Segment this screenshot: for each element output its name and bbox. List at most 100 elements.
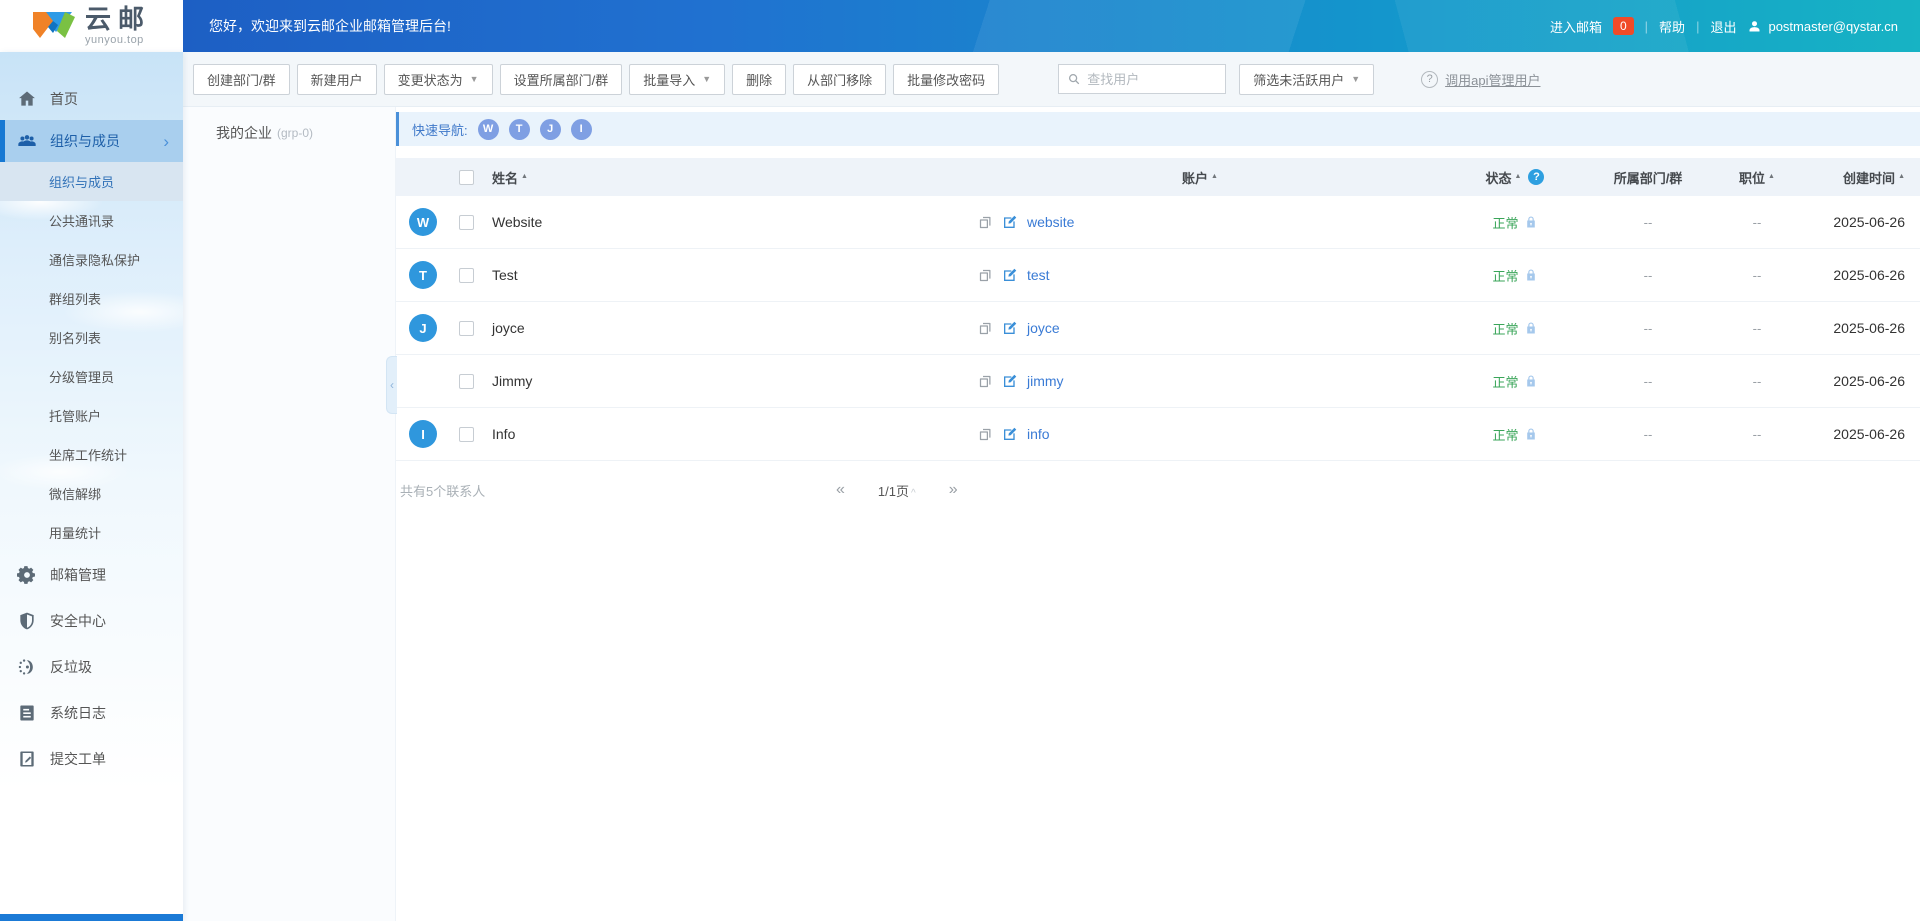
toolbar-button[interactable]: 新建用户 bbox=[297, 64, 377, 95]
sidebar-item[interactable]: 反垃圾 bbox=[0, 644, 183, 690]
sort-asc-icon: ▲ bbox=[1768, 173, 1775, 180]
sidebar-item[interactable]: 邮箱管理 bbox=[0, 552, 183, 598]
sidebar-subitem[interactable]: 通信录隐私保护 bbox=[0, 240, 183, 279]
quick-nav-badge[interactable]: J bbox=[540, 119, 561, 140]
enter-mailbox-link[interactable]: 进入邮箱 bbox=[1550, 17, 1602, 36]
user-name: Jimmy bbox=[492, 373, 960, 389]
avatar: W bbox=[409, 208, 437, 236]
pagination: « 1/1页^ » bbox=[836, 481, 958, 500]
column-status[interactable]: 状态 bbox=[1486, 168, 1512, 187]
toolbar-button[interactable]: 创建部门/群 bbox=[193, 64, 290, 95]
status-help-icon[interactable]: ? bbox=[1528, 169, 1544, 185]
toolbar-button[interactable]: 从部门移除 bbox=[793, 64, 886, 95]
account-link[interactable]: website bbox=[1027, 214, 1074, 230]
column-created[interactable]: 创建时间 bbox=[1843, 168, 1895, 187]
toolbar-button[interactable]: 变更状态为▼ bbox=[384, 64, 493, 95]
compose-icon[interactable] bbox=[1002, 426, 1018, 442]
topbar: 您好，欢迎来到云邮企业邮箱管理后台! 进入邮箱 0 | 帮助 | 退出 post… bbox=[183, 0, 1920, 52]
page-dropdown-caret-icon: ^ bbox=[911, 488, 916, 499]
column-account[interactable]: 账户 bbox=[1182, 168, 1208, 187]
table-footer: 共有5个联系人 « 1/1页^ » bbox=[396, 475, 1920, 505]
filter-inactive-users-button[interactable]: 筛选未活跃用户 ▼ bbox=[1239, 64, 1374, 95]
quick-nav-badge[interactable]: I bbox=[571, 119, 592, 140]
row-checkbox[interactable] bbox=[459, 268, 474, 283]
department-cell: -- bbox=[1590, 374, 1706, 389]
quick-nav-badge[interactable]: T bbox=[509, 119, 530, 140]
column-department: 所属部门/群 bbox=[1614, 168, 1683, 187]
account-link[interactable]: joyce bbox=[1027, 320, 1060, 336]
copy-icon[interactable] bbox=[978, 427, 993, 442]
sidebar-item[interactable]: 安全中心 bbox=[0, 598, 183, 644]
search-box bbox=[1058, 64, 1226, 94]
api-manage-users-link[interactable]: ? 调用api管理用户 bbox=[1421, 70, 1540, 89]
position-cell: -- bbox=[1706, 427, 1808, 442]
copy-icon[interactable] bbox=[978, 215, 993, 230]
sidebar-subitem[interactable]: 坐席工作统计 bbox=[0, 435, 183, 474]
compose-icon[interactable] bbox=[1002, 373, 1018, 389]
user-name: Test bbox=[492, 267, 960, 283]
sidebar-item-label: 提交工单 bbox=[50, 749, 106, 769]
tree-item-company[interactable]: 我的企业 (grp-0) bbox=[183, 118, 395, 148]
compose-icon[interactable] bbox=[1002, 267, 1018, 283]
sidebar-subitem[interactable]: 公共通讯录 bbox=[0, 201, 183, 240]
account-link[interactable]: jimmy bbox=[1027, 373, 1064, 389]
lock-icon[interactable] bbox=[1524, 215, 1538, 229]
copy-icon[interactable] bbox=[978, 321, 993, 336]
sidebar-subitem[interactable]: 群组列表 bbox=[0, 279, 183, 318]
table-body: WWebsitewebsite正常----2025-06-26 T Test test… bbox=[396, 196, 1920, 461]
account-link[interactable]: test bbox=[1027, 267, 1050, 283]
toolbar-button[interactable]: 删除 bbox=[732, 64, 786, 95]
quick-nav-badge[interactable]: W bbox=[478, 119, 499, 140]
gear-icon bbox=[17, 565, 37, 585]
lock-icon[interactable] bbox=[1524, 321, 1538, 335]
next-page-button[interactable]: » bbox=[949, 481, 958, 499]
copy-icon[interactable] bbox=[978, 374, 993, 389]
account-menu[interactable]: postmaster@qystar.cn bbox=[1747, 19, 1898, 34]
welcome-message: 您好，欢迎来到云邮企业邮箱管理后台! bbox=[209, 16, 451, 36]
avatar: I bbox=[409, 420, 437, 448]
lock-icon[interactable] bbox=[1524, 374, 1538, 388]
separator: | bbox=[1645, 19, 1648, 34]
sort-asc-icon: ▲ bbox=[1898, 173, 1905, 180]
sidebar-subitem[interactable]: 托管账户 bbox=[0, 396, 183, 435]
row-checkbox[interactable] bbox=[459, 427, 474, 442]
sidebar-item[interactable]: 组织与成员› bbox=[0, 120, 183, 162]
avatar: T bbox=[409, 261, 437, 289]
sidebar-item[interactable]: 系统日志 bbox=[0, 690, 183, 736]
sidebar-item[interactable]: 提交工单 bbox=[0, 736, 183, 782]
compose-icon[interactable] bbox=[1002, 320, 1018, 336]
row-checkbox[interactable] bbox=[459, 374, 474, 389]
sidebar-subitem[interactable]: 组织与成员 bbox=[0, 162, 183, 201]
toolbar-button[interactable]: 批量修改密码 bbox=[893, 64, 999, 95]
created-date-cell: 2025-06-26 bbox=[1808, 320, 1920, 336]
help-link[interactable]: 帮助 bbox=[1659, 17, 1685, 36]
copy-icon[interactable] bbox=[978, 268, 993, 283]
unread-count-badge: 0 bbox=[1613, 17, 1634, 35]
column-position[interactable]: 职位 bbox=[1739, 168, 1765, 187]
status-label: 正常 bbox=[1492, 266, 1518, 285]
toolbar-button[interactable]: 设置所属部门/群 bbox=[500, 64, 623, 95]
row-checkbox[interactable] bbox=[459, 321, 474, 336]
account-link[interactable]: info bbox=[1027, 426, 1050, 442]
table-row: WWebsitewebsite正常----2025-06-26 bbox=[396, 196, 1920, 249]
toolbar-button[interactable]: 批量导入▼ bbox=[629, 64, 725, 95]
prev-page-button[interactable]: « bbox=[836, 481, 845, 499]
sidebar-item[interactable]: 首页 bbox=[0, 78, 183, 120]
dropdown-caret-icon: ▼ bbox=[1351, 74, 1360, 84]
select-all-checkbox[interactable] bbox=[459, 170, 474, 185]
compose-icon[interactable] bbox=[1002, 214, 1018, 230]
page-indicator[interactable]: 1/1页^ bbox=[878, 481, 916, 500]
quick-nav-bar: 快速导航: WTJI bbox=[396, 112, 1920, 146]
row-checkbox[interactable] bbox=[459, 215, 474, 230]
search-input[interactable] bbox=[1087, 72, 1217, 87]
lock-icon[interactable] bbox=[1524, 268, 1538, 282]
sidebar-subitem[interactable]: 微信解绑 bbox=[0, 474, 183, 513]
logout-link[interactable]: 退出 bbox=[1710, 17, 1736, 36]
lock-icon[interactable] bbox=[1524, 427, 1538, 441]
column-name[interactable]: 姓名 bbox=[492, 168, 518, 187]
panel-collapse-handle[interactable]: ‹ bbox=[386, 356, 397, 414]
sidebar-subitem[interactable]: 用量统计 bbox=[0, 513, 183, 552]
sidebar-subitem[interactable]: 分级管理员 bbox=[0, 357, 183, 396]
sidebar-subitem[interactable]: 别名列表 bbox=[0, 318, 183, 357]
shield-icon bbox=[17, 611, 37, 631]
